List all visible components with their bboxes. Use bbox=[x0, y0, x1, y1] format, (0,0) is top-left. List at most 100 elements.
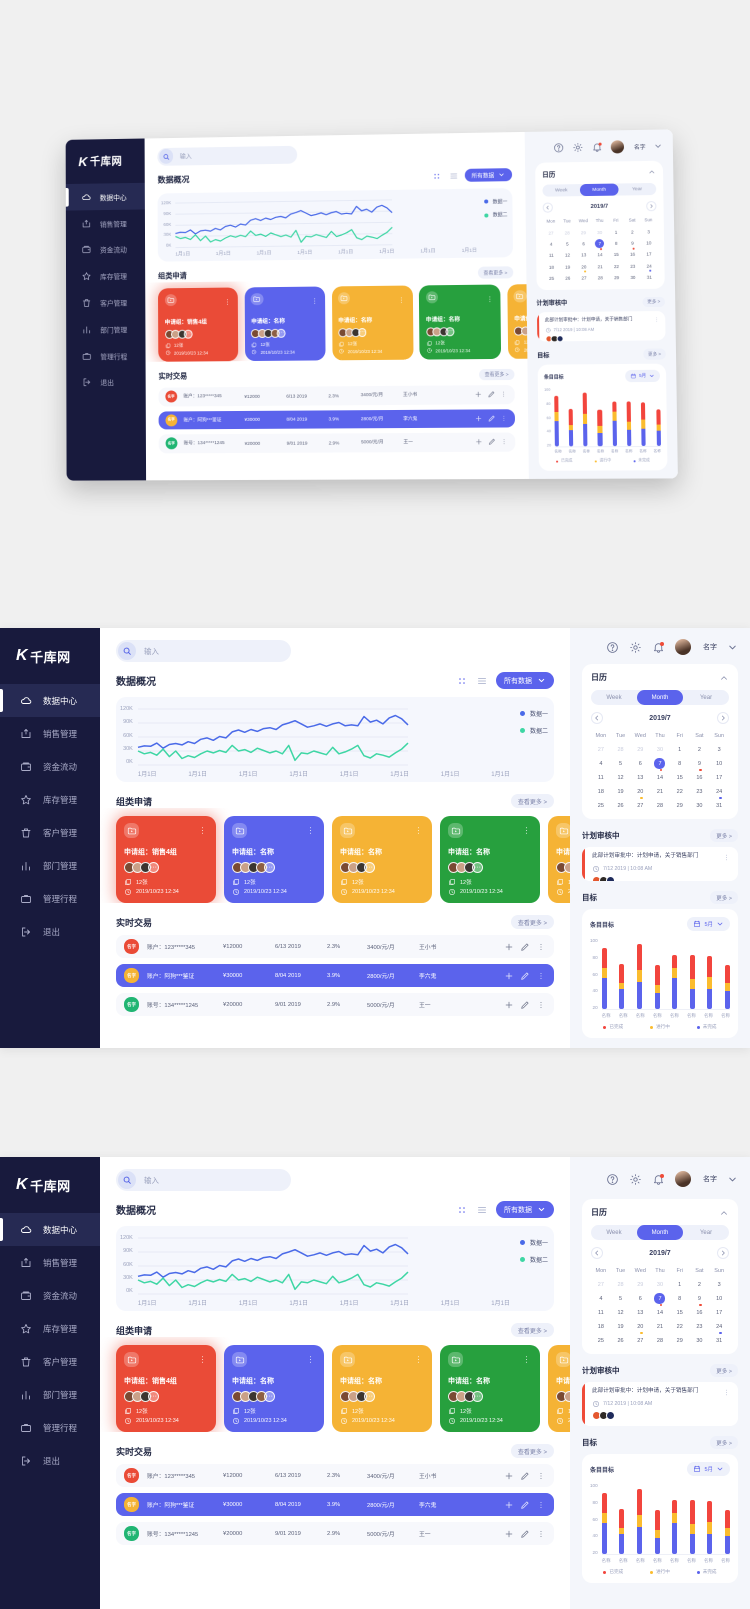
help-icon[interactable] bbox=[606, 641, 619, 654]
more-vertical-icon[interactable] bbox=[500, 438, 508, 446]
group-request-card[interactable]: 申请组：名称···12张2019/10/23 12:34 bbox=[331, 285, 414, 361]
calendar-day[interactable]: 7 bbox=[650, 758, 670, 772]
group-request-card[interactable]: 申请组：销售4组 ··· 12张 2019/10/23 12:34 bbox=[116, 1345, 216, 1432]
calendar-tab-year[interactable]: Year bbox=[683, 1225, 729, 1240]
more-vertical-icon[interactable] bbox=[722, 1388, 731, 1397]
calendar-day[interactable]: 4 bbox=[591, 1293, 611, 1304]
group-request-card[interactable]: 申请组：名称···12张2019/10/23 12:34 bbox=[548, 1345, 570, 1432]
sidebar-item-6[interactable]: 部门管理 bbox=[0, 1378, 100, 1411]
sidebar-item-5[interactable]: 客户管理 bbox=[0, 1345, 100, 1378]
more-vertical-icon[interactable] bbox=[536, 942, 546, 952]
plus-icon[interactable] bbox=[504, 942, 514, 952]
goals-month-selector[interactable]: 5月 bbox=[687, 917, 730, 931]
list-view-icon[interactable] bbox=[476, 675, 488, 687]
calendar-day[interactable]: 20 bbox=[630, 1321, 650, 1334]
calendar-day[interactable]: 26 bbox=[611, 1335, 631, 1346]
calendar-day[interactable]: 30 bbox=[592, 228, 608, 237]
calendar-day[interactable]: 17 bbox=[709, 772, 729, 783]
group-request-card[interactable]: 申请组：名称···12张2019/10/23 12:34 bbox=[332, 1345, 432, 1432]
more-vertical-icon[interactable] bbox=[413, 823, 424, 841]
sidebar-item-2[interactable]: 销售管理 bbox=[66, 210, 145, 238]
pencil-icon[interactable] bbox=[520, 1000, 530, 1010]
calendar-day[interactable]: 22 bbox=[670, 786, 690, 797]
group-request-card[interactable]: 申请组：名称···12张2019/10/23 12:34 bbox=[507, 283, 528, 359]
transactions-more[interactable]: 查看更多 > bbox=[510, 915, 554, 929]
sidebar-item-2[interactable]: 销售管理 bbox=[0, 1246, 100, 1279]
calendar-day[interactable]: 25 bbox=[591, 800, 611, 811]
gear-icon[interactable] bbox=[572, 142, 583, 153]
chevron-down-icon[interactable] bbox=[654, 141, 663, 150]
calendar-day[interactable]: 1 bbox=[670, 1279, 690, 1290]
transactions-more[interactable]: 查看更多 > bbox=[478, 368, 515, 381]
calendar-day[interactable]: 9 bbox=[690, 758, 710, 772]
more-vertical-icon[interactable] bbox=[536, 1471, 546, 1481]
calendar-day[interactable]: 28 bbox=[592, 273, 608, 282]
group-request-card[interactable]: 申请组：名称···12张2019/10/23 12:34 bbox=[440, 1345, 540, 1432]
more-vertical-icon[interactable] bbox=[722, 853, 731, 862]
calendar-day[interactable]: 3 bbox=[709, 1279, 729, 1290]
plus-icon[interactable] bbox=[474, 414, 482, 422]
sidebar-item-1[interactable]: 数据中心 bbox=[0, 1213, 100, 1246]
sidebar-item-4[interactable]: 库存管理 bbox=[0, 783, 100, 816]
calendar-day[interactable]: 25 bbox=[591, 1335, 611, 1346]
calendar-day[interactable]: 14 bbox=[592, 250, 608, 259]
pencil-icon[interactable] bbox=[520, 942, 530, 952]
sidebar-item-3[interactable]: 资金流动 bbox=[66, 236, 145, 263]
table-row[interactable]: 名字 账户：阿狗***鉴证 ¥30000 8/04 2019 3.9% 2800/元/月 李… bbox=[116, 1493, 554, 1516]
group-request-card[interactable]: 申请组：名称···12张2019/10/23 12:34 bbox=[244, 286, 326, 362]
calendar-day[interactable]: 8 bbox=[670, 758, 690, 769]
calendar-tab-year[interactable]: Year bbox=[683, 690, 729, 705]
calendar-day[interactable]: 8 bbox=[608, 239, 624, 248]
list-view-icon[interactable] bbox=[476, 1204, 488, 1216]
more-vertical-icon[interactable] bbox=[305, 1352, 316, 1370]
calendar-day[interactable]: 28 bbox=[611, 1279, 631, 1290]
calendar-day[interactable]: 28 bbox=[611, 744, 631, 755]
sidebar-item-3[interactable]: 资金流动 bbox=[0, 1279, 100, 1312]
calendar-day[interactable]: 19 bbox=[611, 1321, 631, 1332]
sidebar-item-1[interactable]: 数据中心 bbox=[65, 183, 146, 211]
group-request-card[interactable]: 申请组：名称···12张2019/10/23 12:34 bbox=[440, 816, 540, 903]
calendar-day[interactable]: 30 bbox=[690, 800, 710, 811]
pencil-icon[interactable] bbox=[520, 1500, 530, 1510]
calendar-prev-button[interactable] bbox=[591, 1247, 603, 1259]
more-vertical-icon[interactable] bbox=[500, 414, 508, 422]
gear-icon[interactable] bbox=[629, 1173, 642, 1186]
table-row[interactable]: 名字 账号：134*****1245 ¥20000 9/01 2019 2.9% 5000… bbox=[116, 1522, 554, 1545]
group-requests-more[interactable]: 查看更多 > bbox=[510, 794, 554, 808]
calendar-day[interactable]: 20 bbox=[576, 262, 592, 273]
calendar-day[interactable]: 3 bbox=[709, 744, 729, 755]
pencil-icon[interactable] bbox=[520, 1529, 530, 1539]
group-request-card[interactable]: 申请组：名称···12张2019/10/23 12:34 bbox=[224, 1345, 324, 1432]
calendar-day[interactable]: 13 bbox=[630, 772, 650, 783]
sidebar-item-3[interactable]: 资金流动 bbox=[0, 750, 100, 783]
more-vertical-icon[interactable] bbox=[485, 290, 494, 308]
goals-more[interactable]: 更多 > bbox=[642, 348, 667, 360]
calendar-tab-year[interactable]: Year bbox=[618, 183, 656, 196]
calendar-day[interactable]: 23 bbox=[690, 1321, 710, 1332]
calendar-day[interactable]: 22 bbox=[608, 262, 624, 271]
group-requests-more[interactable]: 查看更多 > bbox=[477, 266, 514, 279]
search-icon[interactable] bbox=[118, 1171, 136, 1189]
calendar-tab-week[interactable]: Week bbox=[542, 184, 580, 197]
avatar[interactable] bbox=[675, 639, 691, 656]
more-vertical-icon[interactable] bbox=[536, 1529, 546, 1539]
calendar-day[interactable]: 26 bbox=[611, 800, 631, 811]
calendar-day[interactable]: 2 bbox=[624, 227, 640, 236]
calendar-tab-month[interactable]: Month bbox=[637, 690, 683, 706]
more-vertical-icon[interactable] bbox=[521, 1352, 532, 1370]
table-row[interactable]: 名字 账户：123*****345 ¥12000 6/13 2019 2.3% 3400/… bbox=[116, 1464, 554, 1487]
calendar-day[interactable]: 12 bbox=[611, 772, 631, 783]
calendar-day[interactable]: 17 bbox=[709, 1307, 729, 1318]
calendar-next-button[interactable] bbox=[646, 200, 657, 211]
help-icon[interactable] bbox=[553, 142, 564, 153]
calendar-day[interactable]: 15 bbox=[670, 1307, 690, 1318]
group-request-card[interactable]: 申请组：名称···12张2019/10/23 12:34 bbox=[419, 284, 502, 360]
calendar-day[interactable]: 25 bbox=[543, 274, 559, 283]
plus-icon[interactable] bbox=[504, 1471, 514, 1481]
calendar-day[interactable]: 4 bbox=[543, 240, 559, 249]
sidebar-item-5[interactable]: 客户管理 bbox=[66, 289, 145, 316]
table-row[interactable]: 名字 账号：134*****1245 ¥20000 9/01 2019 2.9% 5000… bbox=[116, 993, 554, 1016]
calendar-day[interactable]: 8 bbox=[670, 1293, 690, 1304]
calendar-day[interactable]: 31 bbox=[641, 273, 657, 282]
grid-view-icon[interactable] bbox=[456, 675, 468, 687]
